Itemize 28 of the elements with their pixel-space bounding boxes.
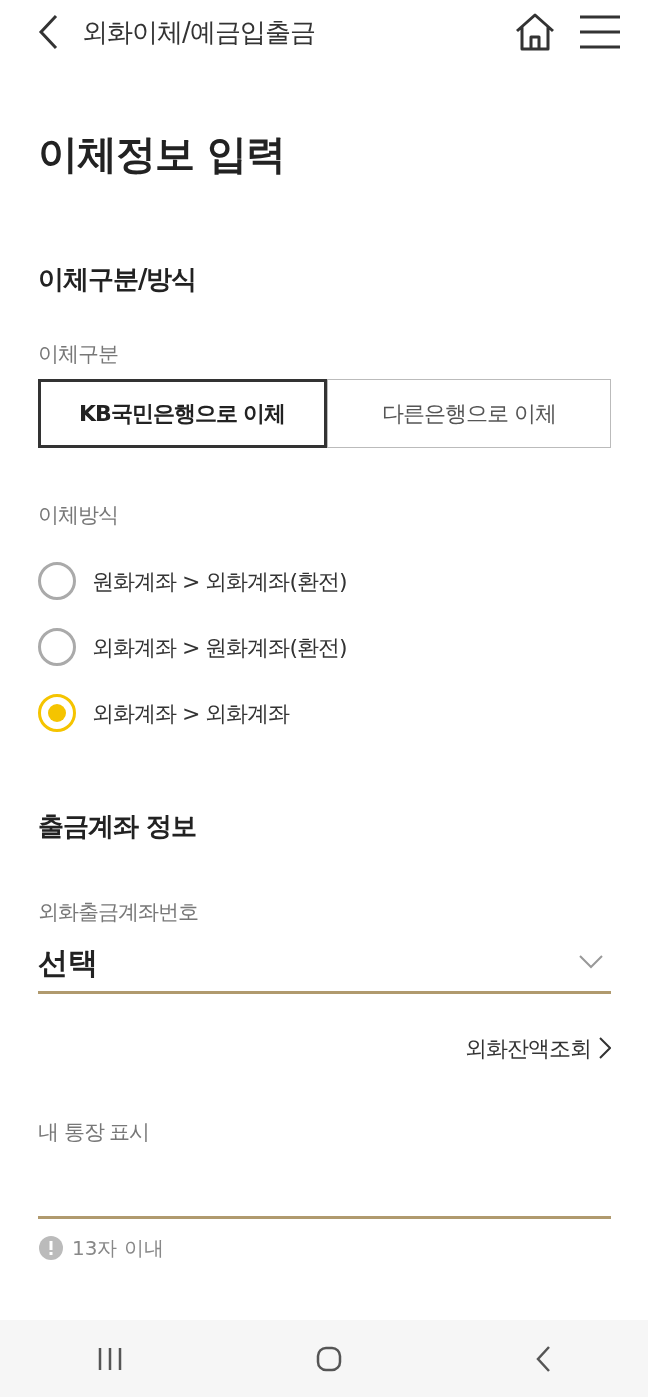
header-title: 외화이체/예금입출금 bbox=[82, 15, 315, 49]
balance-inquiry-link[interactable]: 외화잔액조회 bbox=[465, 1031, 611, 1065]
hint-text: 13자 이내 bbox=[72, 1235, 164, 1262]
radio-button[interactable] bbox=[38, 628, 76, 666]
field-label: 이체방식 bbox=[38, 501, 119, 529]
radio-button[interactable] bbox=[38, 562, 76, 600]
chevron-right-icon bbox=[599, 1037, 611, 1059]
chevron-down-icon bbox=[579, 955, 603, 969]
radio-button[interactable] bbox=[38, 694, 76, 732]
home-button-icon[interactable] bbox=[316, 1345, 342, 1372]
account-select[interactable]: 선택 bbox=[38, 933, 611, 994]
field-label: 외화출금계좌번호 bbox=[38, 899, 199, 926]
radio-label[interactable]: 외화계좌 > 원화계좌(환전) bbox=[92, 627, 347, 667]
segment-tab[interactable]: 다른은행으로 이체 bbox=[326, 378, 611, 448]
section-heading: 이체구분/방식 bbox=[38, 263, 198, 296]
page-title: 이체정보 입력 bbox=[38, 134, 286, 174]
field-label: 내 통장 표시 bbox=[38, 1118, 151, 1146]
field-label: 이체구분 bbox=[38, 341, 119, 368]
radio-label[interactable]: 원화계좌 > 외화계좌(환전) bbox=[92, 561, 347, 601]
recent-apps-icon[interactable] bbox=[96, 1346, 123, 1371]
home-icon[interactable] bbox=[514, 12, 556, 52]
back-icon[interactable] bbox=[535, 1344, 552, 1373]
radio-label[interactable]: 외화계좌 > 외화계좌 bbox=[92, 693, 290, 733]
section-heading: 출금계좌 정보 bbox=[38, 810, 198, 843]
back-icon[interactable] bbox=[38, 14, 58, 50]
segment-tab[interactable]: KB국민은행으로 이체 bbox=[38, 378, 327, 448]
menu-icon[interactable] bbox=[580, 15, 620, 49]
info-icon bbox=[38, 1235, 64, 1261]
